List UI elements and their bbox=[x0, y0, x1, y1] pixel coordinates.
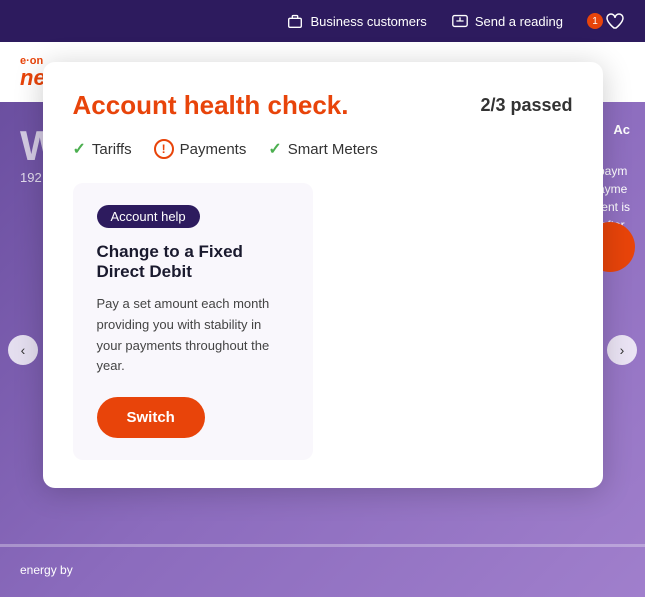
check-payments: ! Payments bbox=[154, 139, 247, 159]
health-check-modal: Account health check. 2/3 passed ✓ Tarif… bbox=[43, 62, 603, 488]
card-badge: Account help bbox=[97, 205, 200, 228]
account-help-card: Account help Change to a Fixed Direct De… bbox=[73, 183, 313, 460]
business-customers-label: Business customers bbox=[310, 14, 426, 29]
check-ok-icon-2: ✓ bbox=[268, 139, 281, 159]
modal-header: Account health check. 2/3 passed bbox=[73, 90, 573, 121]
check-smart-meters-label: Smart Meters bbox=[288, 141, 378, 158]
modal-overlay: Account health check. 2/3 passed ✓ Tarif… bbox=[0, 42, 645, 597]
check-warn-icon: ! bbox=[154, 139, 174, 159]
modal-checks: ✓ Tariffs ! Payments ✓ Smart Meters bbox=[73, 139, 573, 159]
check-tariffs: ✓ Tariffs bbox=[73, 139, 132, 159]
switch-button[interactable]: Switch bbox=[97, 397, 205, 438]
heart-icon bbox=[603, 10, 625, 32]
top-bar: Business customers Send a reading 1 bbox=[0, 0, 645, 42]
check-smart-meters: ✓ Smart Meters bbox=[268, 139, 377, 159]
modal-title: Account health check. bbox=[73, 90, 349, 121]
business-customers-link[interactable]: Business customers bbox=[286, 12, 426, 30]
modal-passed-count: 2/3 passed bbox=[480, 95, 572, 116]
meter-icon bbox=[451, 12, 469, 30]
card-description: Pay a set amount each month providing yo… bbox=[97, 294, 289, 377]
send-reading-link[interactable]: Send a reading bbox=[451, 12, 563, 30]
card-title: Change to a Fixed Direct Debit bbox=[97, 242, 289, 282]
notifications-link[interactable]: 1 bbox=[587, 10, 625, 32]
check-tariffs-label: Tariffs bbox=[92, 141, 132, 158]
notification-badge: 1 bbox=[587, 13, 603, 29]
send-reading-label: Send a reading bbox=[475, 14, 563, 29]
check-ok-icon: ✓ bbox=[73, 139, 86, 159]
check-payments-label: Payments bbox=[180, 141, 247, 158]
briefcase-icon bbox=[286, 12, 304, 30]
